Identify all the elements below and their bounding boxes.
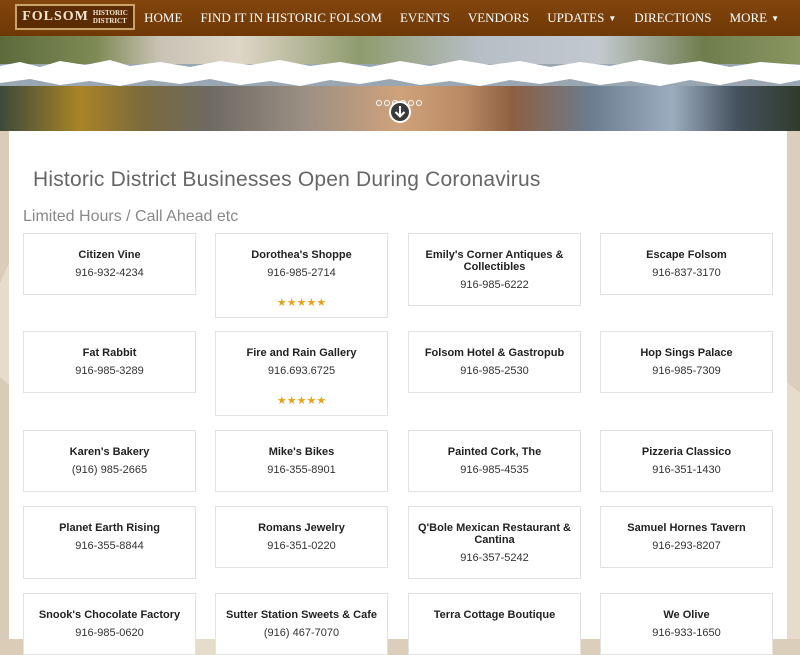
nav-more[interactable]: MORE ▼ (721, 10, 788, 26)
business-phone[interactable]: 916-355-8901 (216, 464, 387, 476)
site-logo[interactable]: FOLSOM HISTORIC DISTRICT (15, 4, 135, 30)
main-menu: HOME FIND IT IN HISTORIC FOLSOM EVENTS V… (135, 0, 788, 36)
business-phone[interactable]: 916-985-7309 (601, 365, 772, 377)
business-phone[interactable]: 916-985-0620 (24, 627, 195, 639)
star-icon: ★ (276, 395, 287, 407)
business-name: Snook's Chocolate Factory (38, 609, 181, 621)
business-card[interactable]: Planet Earth Rising 916-355-8844 (23, 506, 196, 579)
business-phone[interactable]: (916) 985-2665 (24, 464, 195, 476)
caret-down-icon: ▼ (608, 13, 617, 23)
page-title: Historic District Businesses Open During… (33, 168, 541, 191)
star-icon: ★ (306, 395, 317, 407)
business-card[interactable]: Samuel Hornes Tavern 916-293-8207 (600, 506, 773, 568)
business-card[interactable]: Painted Cork, The 916-985-4535 (408, 430, 581, 492)
business-phone[interactable]: 916-932-4234 (24, 267, 195, 279)
business-card[interactable]: Romans Jewelry 916-351-0220 (215, 506, 388, 568)
business-card[interactable]: Sutter Station Sweets & Cafe (916) 467-70… (215, 593, 388, 655)
business-name: Fire and Rain Gallery (246, 347, 357, 359)
business-card[interactable]: Folsom Hotel & Gastropub 916-985-2530 (408, 331, 581, 393)
business-name: Fat Rabbit (82, 347, 137, 359)
business-card[interactable]: Dorothea's Shoppe 916-985-2714 ★★★★★ (215, 233, 388, 318)
logo-subtext: HISTORIC DISTRICT (92, 9, 128, 25)
star-rating: ★★★★★ (216, 394, 387, 407)
star-icon: ★ (286, 297, 297, 309)
business-phone[interactable]: 916-357-5242 (409, 552, 580, 564)
business-name: Mike's Bikes (268, 446, 335, 458)
nav-vendors[interactable]: VENDORS (459, 10, 538, 26)
business-card[interactable]: Fat Rabbit 916-985-3289 (23, 331, 196, 393)
star-icon: ★ (296, 297, 307, 309)
business-phone[interactable]: 916.693.6725 (216, 365, 387, 377)
business-phone[interactable]: 916-985-4535 (409, 464, 580, 476)
business-phone[interactable]: 916-985-6222 (409, 279, 580, 291)
business-card[interactable]: Terra Cottage Boutique (408, 593, 581, 655)
business-name: Folsom Hotel & Gastropub (424, 347, 565, 359)
business-card[interactable]: Hop Sings Palace 916-985-7309 (600, 331, 773, 393)
business-phone[interactable]: 916-837-3170 (601, 267, 772, 279)
star-icon: ★ (296, 395, 307, 407)
business-name: Romans Jewelry (258, 522, 345, 534)
business-phone[interactable]: (916) 467-7070 (216, 627, 387, 639)
business-name: Hop Sings Palace (640, 347, 733, 359)
business-name: Karen's Bakery (69, 446, 150, 458)
business-card[interactable]: Karen's Bakery (916) 985-2665 (23, 430, 196, 492)
torn-paper-divider (0, 60, 800, 86)
business-phone[interactable]: 916-351-1430 (601, 464, 772, 476)
business-phone[interactable]: 916-985-3289 (24, 365, 195, 377)
business-card[interactable]: Fire and Rain Gallery 916.693.6725 ★★★★★ (215, 331, 388, 416)
nav-home[interactable]: HOME (135, 10, 191, 26)
business-name: Emily's Corner Antiques & Collectibles (425, 249, 564, 273)
nav-events[interactable]: EVENTS (391, 10, 459, 26)
business-card[interactable]: Citizen Vine 916-932-4234 (23, 233, 196, 295)
section-title: Limited Hours / Call Ahead etc (23, 208, 239, 225)
business-name: Terra Cottage Boutique (433, 609, 556, 621)
business-name: Samuel Hornes Tavern (627, 522, 746, 534)
star-rating: ★★★★★ (216, 296, 387, 309)
business-phone[interactable]: 916-293-8207 (601, 540, 772, 552)
business-name: Painted Cork, The (447, 446, 542, 458)
business-phone[interactable]: 916-985-2530 (409, 365, 580, 377)
scroll-down-button[interactable] (389, 101, 411, 123)
business-name: Pizzeria Classico (641, 446, 732, 458)
main-content: Historic District Businesses Open During… (9, 131, 787, 655)
business-phone[interactable]: 916-933-1650 (601, 627, 772, 639)
business-card[interactable]: Mike's Bikes 916-355-8901 (215, 430, 388, 492)
business-name: Dorothea's Shoppe (251, 249, 352, 261)
carousel-dot[interactable] (376, 100, 382, 106)
star-icon: ★ (306, 297, 317, 309)
business-card[interactable]: Escape Folsom 916-837-3170 (600, 233, 773, 295)
caret-down-icon: ▼ (771, 13, 779, 23)
nav-directions[interactable]: DIRECTIONS (625, 10, 720, 26)
star-icon: ★ (316, 297, 327, 309)
nav-find-it[interactable]: FIND IT IN HISTORIC FOLSOM (191, 10, 391, 26)
business-name: We Olive (663, 609, 710, 621)
business-name: Citizen Vine (78, 249, 141, 261)
business-name: Sutter Station Sweets & Cafe (226, 609, 377, 621)
business-phone[interactable]: 916-351-0220 (216, 540, 387, 552)
nav-updates[interactable]: UPDATES ▼ (538, 10, 625, 26)
business-card[interactable]: Emily's Corner Antiques & Collectibles 91… (408, 233, 581, 306)
business-phone[interactable]: 916-355-8844 (24, 540, 195, 552)
business-card[interactable]: We Olive 916-933-1650 (600, 593, 773, 655)
business-card[interactable]: Q'Bole Mexican Restaurant & Cantina 916-3… (408, 506, 581, 579)
business-name: Escape Folsom (646, 249, 727, 261)
carousel-dot[interactable] (416, 100, 422, 106)
business-name: Planet Earth Rising (59, 522, 160, 534)
business-card[interactable]: Pizzeria Classico 916-351-1430 (600, 430, 773, 492)
star-icon: ★ (316, 395, 327, 407)
star-icon: ★ (286, 395, 297, 407)
business-card[interactable]: Snook's Chocolate Factory 916-985-0620 (23, 593, 196, 655)
business-phone[interactable]: 916-985-2714 (216, 267, 387, 279)
top-nav: FOLSOM HISTORIC DISTRICT HOME FIND IT IN … (0, 0, 800, 36)
arrow-down-circle-icon (391, 103, 409, 121)
star-icon: ★ (276, 297, 287, 309)
logo-text: FOLSOM (22, 9, 89, 24)
business-name: Q'Bole Mexican Restaurant & Cantina (418, 522, 571, 546)
